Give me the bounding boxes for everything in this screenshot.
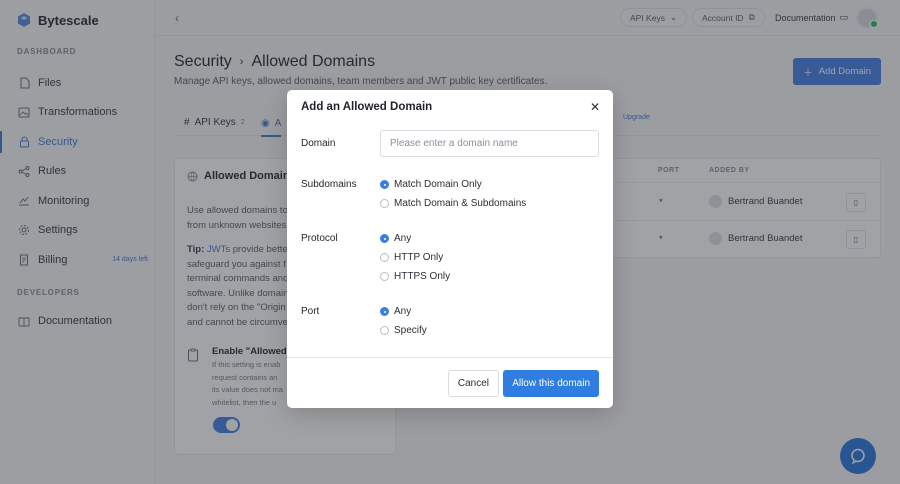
radio-port-specify[interactable]: Specify xyxy=(380,325,427,336)
modal-title: Add an Allowed Domain xyxy=(301,101,433,113)
radio-protocol-any[interactable]: Any xyxy=(380,233,411,244)
radio-button[interactable] xyxy=(380,180,389,189)
radio-button[interactable] xyxy=(380,253,389,262)
radio-button[interactable] xyxy=(380,234,389,243)
radio-label: Match Domain Only xyxy=(394,179,482,190)
radio-button[interactable] xyxy=(380,326,389,335)
radio-label: HTTP Only xyxy=(394,252,444,263)
radio-label: Any xyxy=(394,233,412,244)
radio-label: HTTPS Only xyxy=(394,271,451,282)
subdomains-label: Subdomains xyxy=(301,179,357,190)
radio-protocol-https[interactable]: HTTPS Only xyxy=(380,271,450,282)
protocol-label: Protocol xyxy=(301,233,338,244)
radio-label: Match Domain & Subdomains xyxy=(394,198,527,209)
radio-port-any[interactable]: Any xyxy=(380,306,411,317)
modal-footer: Cancel Allow this domain xyxy=(287,357,613,408)
close-icon[interactable]: ✕ xyxy=(590,101,600,113)
radio-label: Any xyxy=(394,306,412,317)
radio-button[interactable] xyxy=(380,272,389,281)
radio-button[interactable] xyxy=(380,199,389,208)
allow-domain-button[interactable]: Allow this domain xyxy=(503,370,599,397)
radio-match-domain-subdomains[interactable]: Match Domain & Subdomains xyxy=(380,198,526,209)
domain-label: Domain xyxy=(301,138,336,149)
domain-input[interactable] xyxy=(380,130,599,157)
radio-label: Specify xyxy=(394,325,427,336)
radio-match-domain-only[interactable]: Match Domain Only xyxy=(380,179,482,190)
radio-button[interactable] xyxy=(380,307,389,316)
radio-protocol-http[interactable]: HTTP Only xyxy=(380,252,443,263)
port-label: Port xyxy=(301,306,320,317)
cancel-button[interactable]: Cancel xyxy=(447,370,499,397)
add-allowed-domain-modal: Add an Allowed Domain ✕ Domain Subdomain… xyxy=(287,90,613,408)
